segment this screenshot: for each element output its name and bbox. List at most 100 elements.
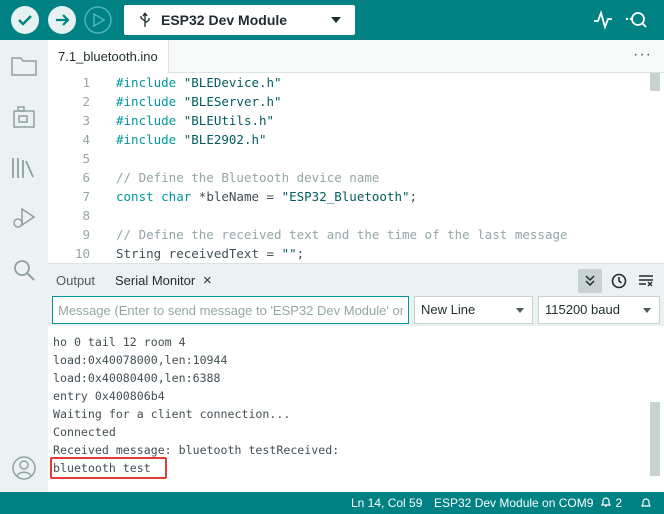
tab-output[interactable]: Output	[56, 264, 95, 297]
status-bar: Ln 14, Col 59 ESP32 Dev Module on COM9 2	[0, 492, 664, 514]
double-chevron-down-icon	[585, 275, 595, 287]
code-line: 9 // Define the received text and the tim…	[48, 225, 648, 244]
library-icon	[12, 158, 34, 178]
string-literal: "BLEUtils.h"	[183, 113, 275, 128]
editor-tabbar: 7.1_bluetooth.ino ···	[48, 40, 664, 73]
plotter-icon	[594, 10, 612, 30]
output-line: ho 0 tail 12 room 4	[53, 335, 186, 349]
output-line: Waiting for a client connection...	[53, 407, 291, 421]
line-number: 10	[74, 246, 90, 261]
editor-scrollbar[interactable]	[650, 73, 660, 91]
code-line: 4 #include "BLE2902.h"	[48, 130, 648, 149]
baud-rate-value: 115200 baud	[545, 302, 620, 317]
code-text: *bleName =	[191, 189, 282, 204]
clock-icon	[611, 273, 627, 289]
sketchbook-button[interactable]	[10, 52, 38, 80]
serial-monitor-button[interactable]	[625, 9, 651, 36]
line-ending-select[interactable]: New Line	[414, 296, 533, 324]
serial-output[interactable]: ho 0 tail 12 room 4 load:0x40078000,len:…	[48, 326, 664, 492]
string-literal: "BLEDevice.h"	[183, 75, 282, 90]
file-tab[interactable]: 7.1_bluetooth.ino	[48, 40, 169, 73]
timestamp-button[interactable]	[607, 269, 631, 293]
code-editor[interactable]: 1 #include "BLEDevice.h" 2 #include "BLESe…	[48, 73, 664, 263]
code-line: 3 #include "BLEUtils.h"	[48, 111, 648, 130]
chevron-down-icon	[643, 308, 651, 313]
library-manager-button[interactable]	[10, 154, 38, 182]
output-scrollbar[interactable]	[650, 402, 660, 476]
line-number: 5	[82, 151, 90, 166]
keyword: #include	[116, 113, 177, 128]
string-literal: ""	[281, 246, 297, 261]
code-line: 8	[48, 206, 648, 225]
serial-plotter-button[interactable]	[592, 9, 614, 36]
code-text: ;	[409, 189, 418, 204]
code-text: String receivedText =	[116, 246, 282, 261]
code-line: 2 #include "BLEServer.h"	[48, 92, 648, 111]
baud-rate-select[interactable]: 115200 baud	[538, 296, 660, 324]
line-number: 1	[82, 75, 90, 90]
board-name: ESP32 Dev Module	[161, 12, 288, 28]
verify-button[interactable]	[11, 6, 39, 34]
code-comment: // Define the received text and the time…	[116, 227, 568, 242]
clear-lines-icon	[639, 275, 653, 287]
message-input[interactable]	[52, 296, 409, 324]
account-button[interactable]	[10, 454, 38, 482]
arrow-right-icon	[56, 14, 70, 26]
line-ending-value: New Line	[421, 302, 476, 317]
more-status-button[interactable]	[640, 497, 652, 511]
folder-icon	[11, 57, 37, 76]
search-button[interactable]	[10, 256, 38, 284]
check-icon	[18, 15, 32, 26]
board-icon	[13, 106, 35, 128]
code-line: 5	[48, 149, 648, 168]
magnifier-icon	[625, 12, 647, 28]
line-number: 2	[82, 94, 90, 109]
panel-tabbar: Output Serial Monitor ×	[48, 263, 664, 296]
code-line: 10 String receivedText = "";	[48, 244, 648, 263]
line-number: 7	[82, 189, 90, 204]
notifications-button[interactable]: 2	[600, 492, 622, 514]
output-line: load:0x40080400,len:6388	[53, 371, 221, 385]
tab-serial-monitor[interactable]: Serial Monitor	[115, 264, 195, 297]
debug-button[interactable]	[84, 6, 112, 34]
upload-button[interactable]	[48, 6, 76, 34]
line-number: 6	[82, 170, 90, 185]
line-number: 9	[82, 227, 90, 242]
keyword: #include	[116, 132, 177, 147]
chevron-down-icon	[331, 17, 341, 23]
board-selector[interactable]: ESP32 Dev Module	[124, 5, 355, 35]
output-line: Connected	[53, 425, 116, 439]
output-line: entry 0x400806b4	[53, 389, 165, 403]
boards-manager-button[interactable]	[10, 104, 38, 132]
code-comment: // Define the Bluetooth device name	[116, 170, 380, 185]
string-literal: "ESP32_Bluetooth"	[281, 189, 410, 204]
code-line: 1 #include "BLEDevice.h"	[48, 73, 648, 92]
close-icon[interactable]: ×	[203, 264, 212, 297]
chevron-down-icon	[516, 308, 524, 313]
string-literal: "BLE2902.h"	[183, 132, 267, 147]
bell-icon	[601, 497, 611, 507]
cursor-position[interactable]: Ln 14, Col 59	[351, 492, 422, 514]
bell-outline-icon	[641, 498, 651, 507]
output-line: load:0x40078000,len:10944	[53, 353, 228, 367]
keyword: #include	[116, 75, 177, 90]
board-port-status[interactable]: ESP32 Dev Module on COM9	[434, 492, 593, 514]
string-literal: "BLEServer.h"	[183, 94, 282, 109]
clear-output-button[interactable]	[634, 269, 658, 293]
keyword: const char	[116, 189, 192, 204]
code-line: 6 // Define the Bluetooth device name	[48, 168, 648, 187]
user-icon	[12, 456, 36, 480]
autoscroll-button[interactable]	[578, 269, 602, 293]
debug-icon	[84, 6, 112, 34]
activity-sidebar	[0, 40, 48, 492]
code-line: 7 const char *bleName = "ESP32_Bluetooth"…	[48, 187, 648, 206]
more-options-icon[interactable]: ···	[633, 46, 652, 64]
keyword: #include	[116, 94, 177, 109]
highlight-box	[50, 457, 167, 479]
debug-panel-button[interactable]	[10, 204, 38, 232]
line-number: 3	[82, 113, 90, 128]
